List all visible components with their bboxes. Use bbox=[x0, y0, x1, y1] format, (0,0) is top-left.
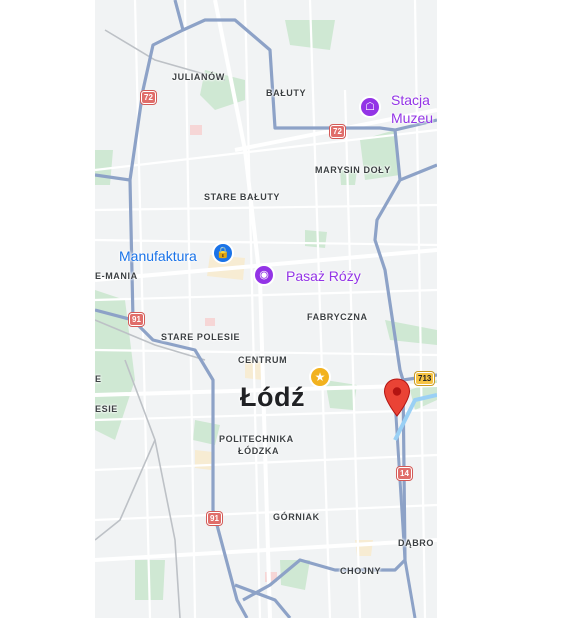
district-label-marysin-doly: MARYSIN DOŁY bbox=[315, 165, 391, 175]
district-label-baluty: BAŁUTY bbox=[266, 88, 307, 98]
road-shield-72-north: 72 bbox=[330, 125, 345, 138]
district-label-julianow: JULIANÓW bbox=[172, 72, 225, 82]
shopping-bag-icon[interactable]: 🔒 bbox=[212, 242, 234, 264]
district-label-gorniak: GÓRNIAK bbox=[273, 512, 320, 522]
district-label-dabrowa: DĄBRO bbox=[398, 538, 434, 548]
district-label-edge-e: E bbox=[95, 374, 102, 384]
poi-manufaktura-label[interactable]: Manufaktura bbox=[119, 248, 197, 264]
location-pin-icon[interactable] bbox=[383, 378, 411, 418]
district-label-edge-esie: ESIE bbox=[95, 404, 118, 414]
poi-stacja-label-line2[interactable]: Muzeu bbox=[391, 110, 433, 126]
road-shield-72-west: 72 bbox=[141, 91, 156, 104]
museum-icon[interactable]: ☖ bbox=[359, 96, 381, 118]
city-label: Łódź bbox=[240, 382, 305, 412]
district-label-centrum: CENTRUM bbox=[238, 355, 288, 365]
district-label-stare-polesie: STARE POLESIE bbox=[161, 332, 241, 342]
district-label-lodzka: ŁÓDZKA bbox=[238, 446, 280, 456]
map-view[interactable]: JULIANÓW BAŁUTY MARYSIN DOŁY STARE BAŁUT… bbox=[95, 0, 437, 618]
road-shield-91-south: 91 bbox=[207, 512, 222, 525]
road-shield-14: 14 bbox=[397, 467, 412, 480]
poi-pasaz-rozy-label[interactable]: Pasaż Róży bbox=[286, 268, 361, 284]
saved-star-icon[interactable]: ★ bbox=[309, 366, 331, 388]
camera-icon[interactable]: ◉ bbox=[253, 264, 275, 286]
road-shield-713: 713 bbox=[415, 372, 435, 385]
district-label-stare-baluty: STARE BAŁUTY bbox=[204, 192, 281, 202]
district-label-chojny: CHOJNY bbox=[340, 566, 382, 576]
poi-stacja-label-line1[interactable]: Stacja bbox=[391, 92, 430, 108]
road-shield-91-west: 91 bbox=[129, 313, 144, 326]
district-label-fabryczna: FABRYCZNA bbox=[307, 312, 368, 322]
district-label-e-mania: E-MANIA bbox=[95, 271, 138, 281]
district-label-politechnika: POLITECHNIKA bbox=[219, 434, 294, 444]
